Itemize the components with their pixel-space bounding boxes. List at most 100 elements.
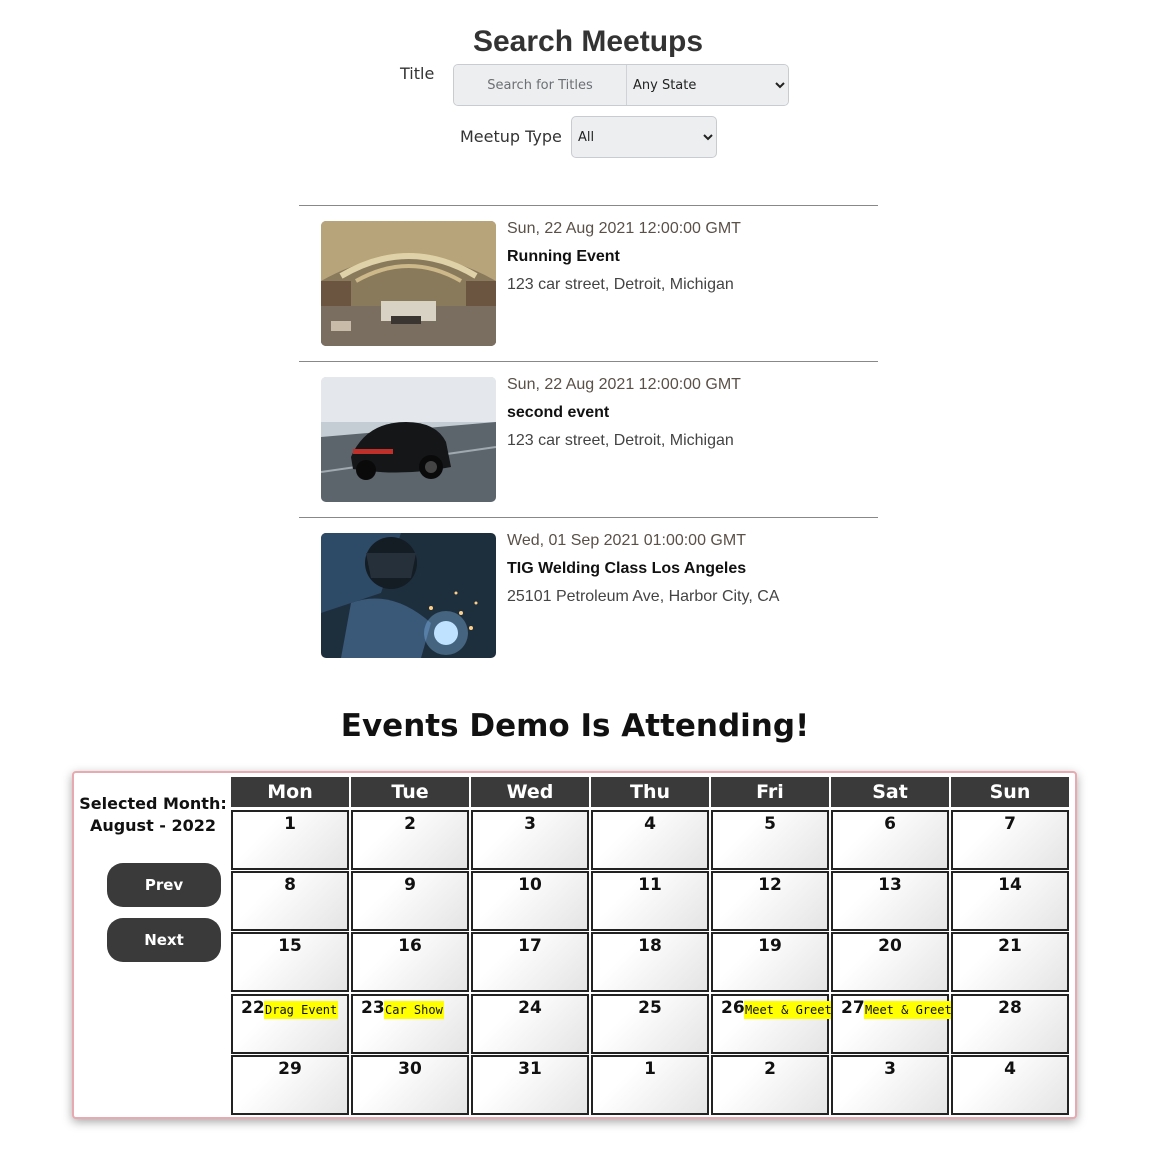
selected-month-value: August - 2022 <box>89 816 217 835</box>
calendar-day-cell[interactable]: 3 <box>831 1054 949 1115</box>
day-number: 13 <box>878 875 902 896</box>
meetup-type-label: Meetup Type <box>460 127 562 146</box>
calendar-day-cell[interactable]: 24 <box>471 993 589 1054</box>
state-select[interactable]: Any State <box>627 65 788 105</box>
day-number: 21 <box>998 936 1022 957</box>
calendar-day-cell[interactable]: 1 <box>231 810 349 870</box>
calendar-day-cell[interactable]: 30 <box>351 1054 469 1115</box>
event-list: Sun, 22 Aug 2021 12:00:00 GMT Running Ev… <box>299 205 878 673</box>
calendar-day-cell[interactable]: 2 <box>351 810 469 870</box>
title-label: Title <box>400 64 435 83</box>
day-number: 29 <box>278 1058 302 1079</box>
calendar-day-cell[interactable]: 14 <box>951 871 1069 932</box>
calendar-day-cell[interactable]: 17 <box>471 932 589 993</box>
day-number: 3 <box>884 1058 896 1079</box>
calendar-day-cell[interactable]: 1 <box>591 1054 709 1115</box>
calendar-day-cell[interactable]: 21 <box>951 932 1069 993</box>
calendar-day-cell[interactable]: 31 <box>471 1054 589 1115</box>
calendar-day-cell[interactable]: 4 <box>951 1054 1069 1115</box>
event-address: 25101 Petroleum Ave, Harbor City, CA <box>507 588 780 605</box>
calendar-day-cell[interactable]: 18 <box>591 932 709 993</box>
calendar-day-cell[interactable]: 29 <box>231 1054 349 1115</box>
calendar-day-cell[interactable]: 9 <box>351 871 469 932</box>
calendar-day-cell[interactable]: 2 <box>711 1054 829 1115</box>
search-group: Any State <box>453 64 789 106</box>
event-address: 123 car street, Detroit, Michigan <box>507 432 734 449</box>
selected-month: Selected Month: August - 2022 <box>74 793 232 837</box>
event-item[interactable]: Sun, 22 Aug 2021 12:00:00 GMT Running Ev… <box>299 205 878 361</box>
day-number: 31 <box>518 1058 542 1079</box>
meetup-type-select[interactable]: All <box>571 116 717 158</box>
event-title[interactable]: Running Event <box>507 248 620 266</box>
calendar-day-cell[interactable]: 3 <box>471 810 589 870</box>
page-title: Search Meetups <box>472 25 704 58</box>
calendar-day-cell[interactable]: 8 <box>231 871 349 932</box>
event-date: Sun, 22 Aug 2021 12:00:00 GMT <box>507 220 741 237</box>
day-number: 26 <box>721 997 745 1018</box>
calendar-day-cell[interactable]: 20 <box>831 932 949 993</box>
day-number: 25 <box>638 997 662 1018</box>
prev-month-button[interactable]: Prev <box>107 863 221 907</box>
day-number: 20 <box>878 936 902 957</box>
title-search-input[interactable] <box>454 65 627 105</box>
event-title[interactable]: second event <box>507 404 609 422</box>
calendar-event-tag[interactable]: Car Show <box>384 1000 444 1019</box>
day-number: 30 <box>398 1058 422 1079</box>
next-month-button[interactable]: Next <box>107 918 221 962</box>
calendar-day-cell[interactable]: 28 <box>951 993 1069 1054</box>
day-number: 28 <box>998 997 1022 1018</box>
day-number: 11 <box>638 875 662 896</box>
day-number: 6 <box>884 814 896 834</box>
day-number: 2 <box>764 1058 776 1079</box>
calendar-day-cell[interactable]: 7 <box>951 810 1069 870</box>
black-car-image[interactable] <box>321 377 496 502</box>
calendar-day-cell[interactable]: 23 Car Show <box>351 993 469 1054</box>
calendar-day-cell[interactable]: 16 <box>351 932 469 993</box>
event-date: Sun, 22 Aug 2021 12:00:00 GMT <box>507 376 741 393</box>
weekday-header: Tue <box>351 777 469 807</box>
day-number: 19 <box>758 936 782 957</box>
calendar-day-cell[interactable]: 27 Meet & Greet <box>831 993 953 1054</box>
calendar-day-cell[interactable]: 11 <box>591 871 709 932</box>
calendar-day-cell[interactable]: 10 <box>471 871 589 932</box>
calendar-event-tag[interactable]: Meet & Greet <box>744 1000 833 1019</box>
day-number: 2 <box>404 814 416 834</box>
day-number: 9 <box>404 875 416 896</box>
day-number: 15 <box>278 936 302 957</box>
event-item[interactable]: Wed, 01 Sep 2021 01:00:00 GMT TIG Weldin… <box>299 517 878 673</box>
calendar-day-cell[interactable]: 15 <box>231 932 349 993</box>
day-number: 4 <box>1004 1058 1016 1079</box>
calendar-event-tag[interactable]: Meet & Greet <box>864 1000 953 1019</box>
calendar-heading: Events Demo Is Attending! <box>340 708 810 744</box>
day-number: 8 <box>284 875 296 896</box>
day-number: 4 <box>644 814 656 834</box>
weekday-header: Fri <box>711 777 829 807</box>
day-number: 24 <box>518 997 542 1018</box>
event-date: Wed, 01 Sep 2021 01:00:00 GMT <box>507 532 746 549</box>
calendar-day-cell[interactable]: 6 <box>831 810 949 870</box>
calendar-day-cell[interactable]: 19 <box>711 932 829 993</box>
weekday-header: Thu <box>591 777 709 807</box>
day-number: 18 <box>638 936 662 957</box>
calendar-event-tag[interactable]: Drag Event <box>264 1000 339 1019</box>
welder-image[interactable] <box>321 533 496 658</box>
event-title[interactable]: TIG Welding Class Los Angeles <box>507 560 746 578</box>
day-number: 5 <box>764 814 776 834</box>
calendar-day-cell[interactable]: 26 Meet & Greet <box>711 993 833 1054</box>
event-item[interactable]: Sun, 22 Aug 2021 12:00:00 GMT second eve… <box>299 361 878 517</box>
weekday-header: Sat <box>831 777 949 807</box>
weekday-header: Wed <box>471 777 589 807</box>
day-number: 10 <box>518 875 542 896</box>
calendar-day-cell[interactable]: 12 <box>711 871 829 932</box>
day-number: 23 <box>361 997 385 1018</box>
calendar-day-cell[interactable]: 4 <box>591 810 709 870</box>
day-number: 17 <box>518 936 542 957</box>
abandoned-theater-image[interactable] <box>321 221 496 346</box>
calendar-day-cell[interactable]: 5 <box>711 810 829 870</box>
calendar-day-cell[interactable]: 25 <box>591 993 709 1054</box>
calendar-day-cell[interactable]: 22 Drag Event <box>231 993 349 1054</box>
day-number: 22 <box>241 997 265 1018</box>
selected-month-label: Selected Month: <box>79 794 227 813</box>
weekday-header: Sun <box>951 777 1069 807</box>
calendar-day-cell[interactable]: 13 <box>831 871 949 932</box>
